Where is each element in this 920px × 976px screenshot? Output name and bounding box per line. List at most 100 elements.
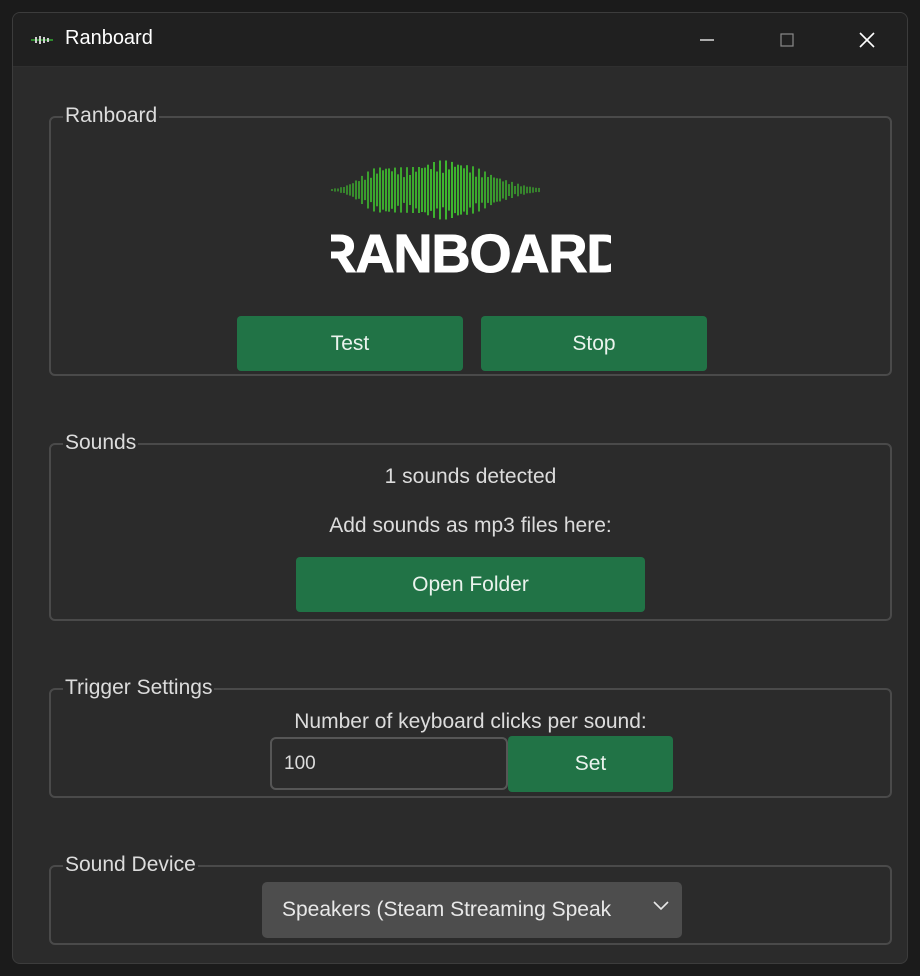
waveform-bar — [421, 168, 423, 212]
waveform-bar — [496, 178, 498, 202]
waveform-bar — [457, 164, 459, 216]
app-window: Ranboard Ranboard RANBOARD Test Stop Sou… — [12, 12, 908, 964]
waveform-bar — [349, 184, 351, 196]
set-button[interactable]: Set — [508, 736, 673, 792]
waveform-bar — [373, 168, 375, 212]
waveform-bar — [511, 181, 513, 198]
close-button[interactable] — [827, 13, 907, 67]
waveform-bar — [355, 180, 357, 200]
ranboard-group: Ranboard RANBOARD Test Stop — [49, 104, 892, 376]
waveform-bar — [484, 171, 486, 209]
waveform-bar — [334, 188, 336, 192]
waveform-bar — [514, 186, 516, 195]
waveform-bar — [430, 169, 432, 211]
logo-wordmark: RANBOARD — [331, 224, 611, 282]
waveform-bar — [391, 171, 393, 209]
minimize-button[interactable] — [667, 13, 747, 67]
group-label-sounds: Sounds — [63, 431, 139, 455]
waveform-bar — [346, 185, 348, 195]
stop-button[interactable]: Stop — [481, 316, 707, 371]
waveform-bar — [439, 160, 441, 220]
waveform-bar — [466, 165, 468, 215]
sounds-detected-text: 1 sounds detected — [384, 465, 557, 488]
waveform-bar — [415, 171, 417, 209]
waveform-bar — [490, 174, 492, 206]
waveform-bar — [517, 183, 519, 197]
waveform-bar — [499, 178, 501, 202]
close-icon — [859, 32, 875, 48]
group-label-sound-device: Sound Device — [63, 853, 198, 877]
waveform-bar — [424, 167, 426, 213]
waveform-bar — [493, 177, 495, 203]
waveform-bar — [445, 160, 447, 220]
waveform-bar — [418, 167, 420, 213]
waveform-bar — [433, 162, 435, 218]
waveform-bar — [448, 169, 450, 211]
waveform-bar — [451, 161, 453, 218]
waveform-bar — [508, 184, 510, 196]
waveform-bar — [469, 172, 471, 208]
waveform-bar — [376, 173, 378, 207]
chevron-down-icon — [653, 901, 669, 911]
waveform-bar — [427, 164, 429, 216]
waveform-bar — [475, 176, 477, 204]
trigger-settings-group: Trigger Settings Number of keyboard clic… — [49, 676, 892, 798]
waveform-bar — [409, 175, 411, 205]
waveform-bar — [463, 168, 465, 212]
waveform-bar — [529, 186, 531, 194]
waveform-bar — [340, 187, 342, 193]
waveform-bar — [379, 167, 381, 213]
waveform-bar — [364, 179, 366, 201]
waveform-bar — [382, 170, 384, 210]
open-folder-button[interactable]: Open Folder — [296, 557, 645, 612]
waveform-bar — [532, 187, 534, 193]
test-button[interactable]: Test — [237, 316, 463, 371]
sound-device-selected: Speakers (Steam Streaming Speak — [282, 898, 612, 921]
waveform-bar — [472, 166, 474, 214]
waveform-bar — [412, 167, 414, 213]
waveform-bar — [535, 187, 537, 193]
window-title: Ranboard — [65, 27, 153, 49]
waveform-bar — [520, 186, 522, 194]
ranboard-logo: RANBOARD — [331, 160, 611, 282]
waveform-bar — [352, 183, 354, 197]
title-bar[interactable]: Ranboard — [13, 13, 907, 67]
waveform-bar — [538, 187, 540, 193]
clicks-per-sound-label: Number of keyboard clicks per sound: — [294, 710, 647, 733]
waveform-bar — [388, 168, 390, 212]
clicks-per-sound-input[interactable]: 100 — [270, 737, 508, 790]
waveform-bar — [481, 177, 483, 203]
waveform-bar — [487, 177, 489, 203]
waveform-bar — [502, 181, 504, 199]
maximize-button[interactable] — [747, 13, 827, 67]
waveform-bar — [397, 174, 399, 206]
minimize-icon — [700, 39, 714, 41]
waveform-bar — [331, 189, 333, 191]
maximize-icon — [780, 33, 794, 47]
waveform-bar — [400, 167, 402, 213]
sound-device-group: Sound Device Speakers (Steam Streaming S… — [49, 853, 892, 945]
waveform-bar — [337, 188, 339, 192]
waveform-bar — [478, 168, 480, 212]
waveform-bar — [406, 167, 408, 213]
waveform-bar — [442, 172, 444, 208]
waveform-bar — [403, 177, 405, 203]
sounds-group: Sounds 1 sounds detected Add sounds as m… — [49, 431, 892, 621]
sound-device-dropdown[interactable]: Speakers (Steam Streaming Speak — [262, 882, 682, 938]
waveform-bar — [394, 167, 396, 213]
waveform-bar — [367, 171, 369, 209]
waveform-bar — [343, 187, 345, 193]
waveform-bar — [526, 186, 528, 194]
waveform-bar — [385, 168, 387, 212]
waveform-bar — [436, 171, 438, 209]
waveform-graphic — [331, 160, 540, 220]
waveform-bar — [523, 185, 525, 195]
add-sounds-hint: Add sounds as mp3 files here: — [329, 514, 612, 537]
waveform-bar — [454, 166, 456, 214]
waveform-bar — [358, 181, 360, 199]
waveform-bar — [460, 165, 462, 215]
waveform-bar — [505, 180, 507, 200]
group-label-trigger-settings: Trigger Settings — [63, 676, 215, 700]
group-label-ranboard: Ranboard — [63, 104, 160, 128]
ranboard-waveform-icon — [31, 36, 53, 44]
